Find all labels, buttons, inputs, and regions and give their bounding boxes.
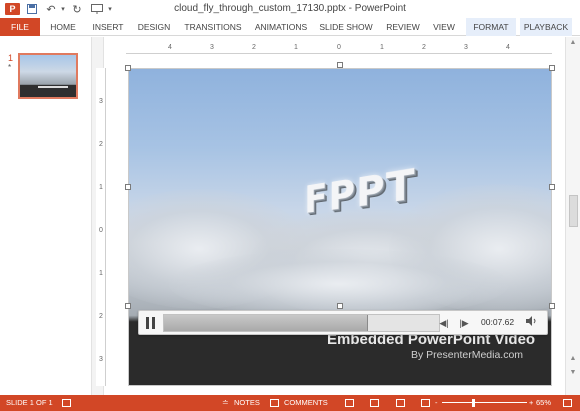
ruler-mark: 2 (97, 313, 105, 320)
slide-thumbnail[interactable] (18, 53, 78, 99)
prev-slide-icon[interactable]: ▲ (569, 355, 577, 362)
vertical-scrollbar[interactable]: ▲ ▲ ▼ (565, 37, 580, 395)
reading-view-icon[interactable] (396, 399, 405, 407)
slide-thumbnail-pane: 1 * (0, 37, 92, 395)
skip-back-button[interactable]: ◀︎| (437, 316, 451, 330)
ruler-mark: 1 (375, 42, 389, 54)
ruler-mark: 1 (97, 184, 105, 191)
tab-view[interactable]: VIEW (430, 18, 458, 36)
notes-button[interactable]: NOTES (234, 395, 260, 411)
slide-byline: By PresenterMedia.com (411, 349, 523, 361)
video-progress-bar[interactable] (163, 314, 440, 332)
resize-handle[interactable] (337, 303, 343, 309)
ruler-mark: 3 (97, 98, 105, 105)
zoom-level[interactable]: 65% (536, 395, 551, 411)
ruler-mark: 4 (501, 42, 515, 54)
zoom-out-button[interactable]: - (435, 395, 438, 411)
animation-marker: * (8, 63, 11, 72)
zoom-slider-thumb[interactable] (472, 399, 475, 407)
video-controls: ◀︎| |▶︎ 00:07.62 (138, 310, 548, 335)
tab-insert[interactable]: INSERT (88, 18, 128, 36)
resize-handle[interactable] (125, 303, 131, 309)
next-slide-icon[interactable]: ▼ (569, 369, 577, 376)
thumbnail-caption-bar (38, 86, 68, 88)
video-progress-fill (164, 315, 368, 331)
resize-handle[interactable] (549, 65, 555, 71)
tab-home[interactable]: HOME (46, 18, 80, 36)
pause-button[interactable] (145, 317, 157, 329)
normal-view-icon[interactable] (345, 399, 354, 407)
ruler-mark: 3 (97, 356, 105, 363)
slide-indicator: SLIDE 1 OF 1 (6, 395, 53, 411)
ruler-mark: 3 (459, 42, 473, 54)
horizontal-ruler: 4 3 2 1 0 1 2 3 4 (126, 42, 552, 54)
tab-design[interactable]: DESIGN (134, 18, 174, 36)
slide-canvas[interactable]: FPPT Embedded PowerPoint Video By Presen… (128, 68, 552, 386)
resize-handle[interactable] (337, 62, 343, 68)
notes-icon: ≐ (222, 395, 229, 411)
resize-handle[interactable] (549, 184, 555, 190)
tab-slide-show[interactable]: SLIDE SHOW (318, 18, 374, 36)
scrollbar-thumb[interactable] (569, 195, 578, 227)
tab-file[interactable]: FILE (0, 18, 40, 36)
volume-icon[interactable] (525, 316, 539, 330)
powerpoint-window: P ↶ ▾ ↻ ▾ cloud_fly_through_custom_17130… (0, 0, 580, 411)
ruler-mark: 0 (97, 227, 105, 234)
resize-handle[interactable] (125, 184, 131, 190)
status-bar: SLIDE 1 OF 1 ≐ NOTES COMMENTS - + 65% (0, 395, 580, 411)
window-title: cloud_fly_through_custom_17130.pptx - Po… (0, 3, 580, 14)
skip-forward-button[interactable]: |▶︎ (457, 316, 471, 330)
tab-transitions[interactable]: TRANSITIONS (180, 18, 246, 36)
tab-format[interactable]: FORMAT (466, 18, 516, 36)
tab-review[interactable]: REVIEW (382, 18, 424, 36)
slideshow-view-icon[interactable] (421, 399, 430, 407)
ruler-mark: 4 (163, 42, 177, 54)
video-time: 00:07.62 (481, 317, 514, 327)
zoom-slider[interactable] (442, 402, 527, 403)
ruler-mark: 1 (97, 270, 105, 277)
pause-icon (152, 317, 155, 329)
fit-slide-icon[interactable] (563, 399, 572, 407)
ruler-mark: 2 (97, 141, 105, 148)
scroll-up-icon[interactable]: ▲ (569, 39, 577, 46)
comments-button[interactable]: COMMENTS (284, 395, 328, 411)
slide-sorter-icon[interactable] (370, 399, 379, 407)
tab-playback[interactable]: PLAYBACK (520, 18, 572, 36)
slide-number: 1 (8, 53, 13, 63)
ribbon-tabs: FILE HOME INSERT DESIGN TRANSITIONS ANIM… (0, 18, 580, 36)
resize-handle[interactable] (125, 65, 131, 71)
pause-icon (146, 317, 149, 329)
tab-animations[interactable]: ANIMATIONS (250, 18, 312, 36)
spell-check-icon[interactable] (62, 399, 71, 407)
ruler-mark: 0 (332, 42, 346, 54)
title-bar: P ↶ ▾ ↻ ▾ cloud_fly_through_custom_17130… (0, 0, 580, 18)
ruler-mark: 1 (289, 42, 303, 54)
zoom-in-button[interactable]: + (529, 395, 533, 411)
ruler-mark: 3 (205, 42, 219, 54)
ruler-mark: 2 (247, 42, 261, 54)
resize-handle[interactable] (549, 303, 555, 309)
comments-icon (270, 399, 279, 407)
ruler-mark: 2 (417, 42, 431, 54)
vertical-ruler: 3 2 1 0 1 2 3 (96, 68, 106, 386)
